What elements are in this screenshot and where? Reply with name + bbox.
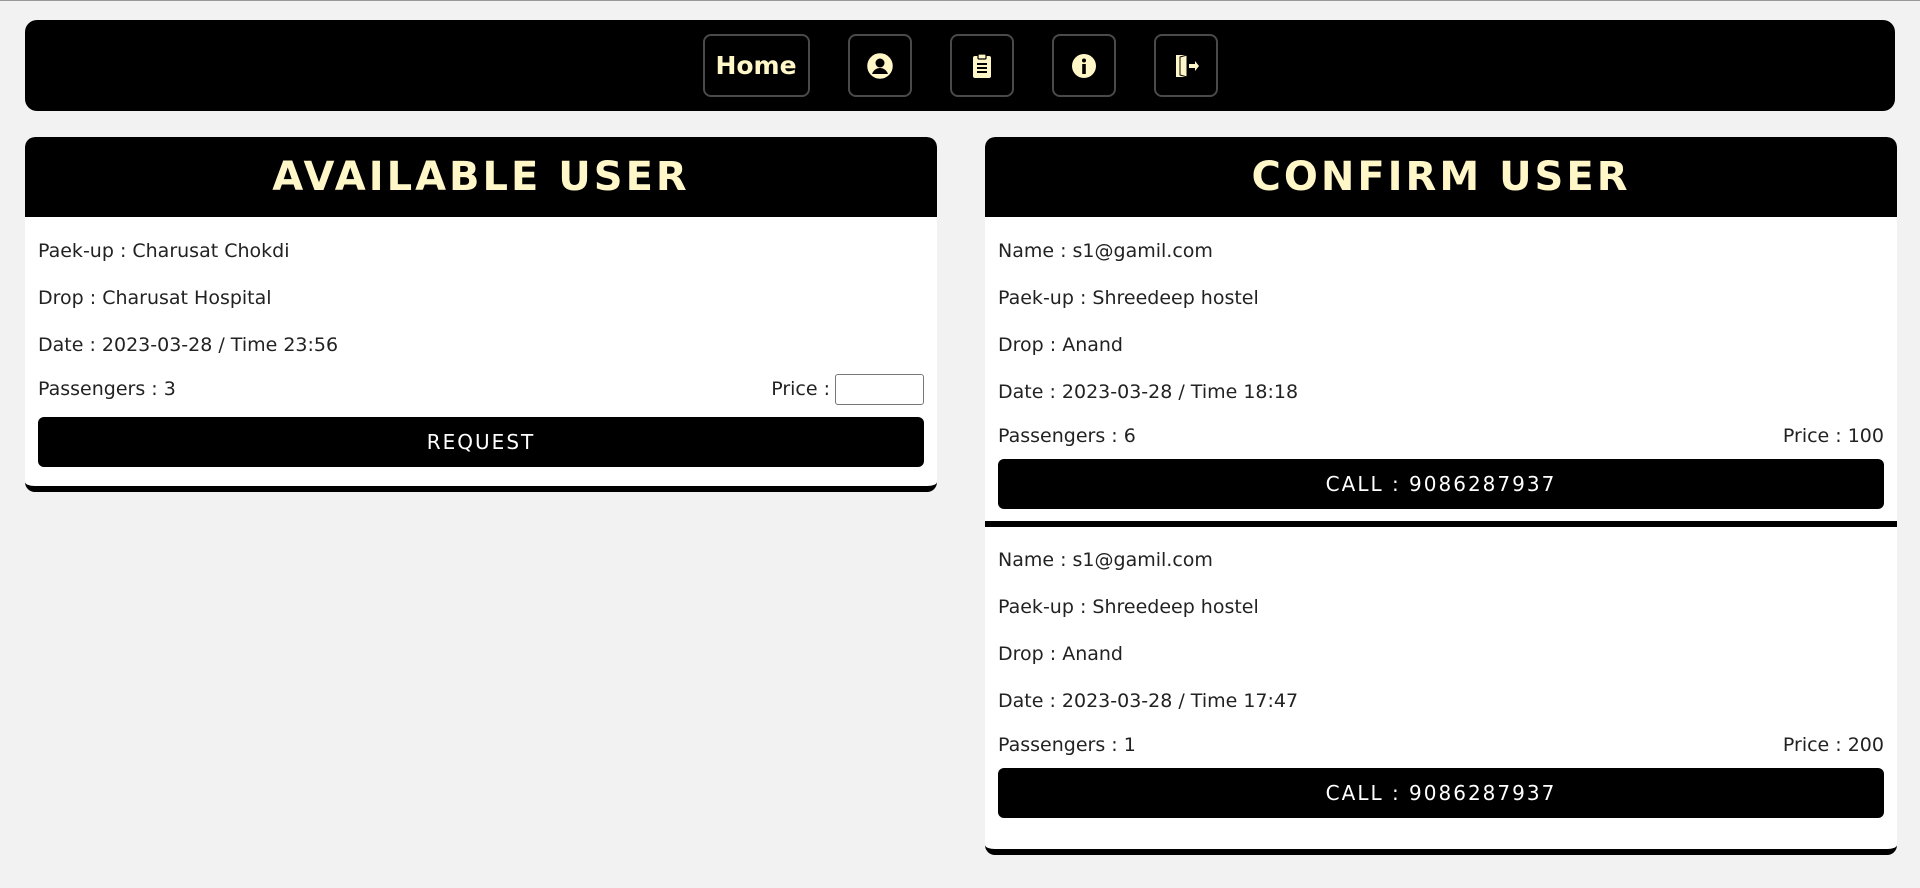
name-text: Name : s1@gamil.com xyxy=(998,239,1213,262)
logout-button[interactable] xyxy=(1153,34,1218,97)
available-user-title: AVAILABLE USER xyxy=(272,154,690,200)
datetime-text: Date : 2023-03-28 / Time 18:18 xyxy=(998,380,1299,403)
price-text: Price : 200 xyxy=(1782,734,1884,756)
available-user-header: AVAILABLE USER xyxy=(25,137,937,217)
pickup-text: Paek-up : Charusat Chokdi xyxy=(38,239,290,262)
datetime-text: Date : 2023-03-28 / Time 23:56 xyxy=(38,333,339,356)
passenger-price-row: Passengers : 1 Price : 200 xyxy=(998,724,1884,766)
call-button[interactable]: CALL : 9086287937 xyxy=(998,768,1884,818)
confirm-ride-card: Name : s1@gamil.com Paek-up : Shreedeep … xyxy=(985,527,1897,818)
top-navbar: Home xyxy=(25,20,1895,111)
price-text: Price : 100 xyxy=(1782,425,1884,447)
available-user-panel: AVAILABLE USER Paek-up : Charusat Chokdi… xyxy=(25,137,937,492)
datetime-text: Date : 2023-03-28 / Time 17:47 xyxy=(998,689,1299,712)
passengers-text: Passengers : 1 xyxy=(998,734,1136,756)
drop-text: Drop : Anand xyxy=(998,333,1123,356)
profile-button[interactable] xyxy=(847,34,912,97)
price-field-group: Price : xyxy=(771,373,924,405)
passenger-price-row: Passengers : 6 Price : 100 xyxy=(998,415,1884,457)
info-icon xyxy=(1070,52,1098,80)
request-button[interactable]: REQUEST xyxy=(38,417,924,467)
bookings-button[interactable] xyxy=(949,34,1014,97)
home-button[interactable]: Home xyxy=(702,34,810,97)
drop-text: Drop : Anand xyxy=(998,642,1123,665)
call-button[interactable]: CALL : 9086287937 xyxy=(998,459,1884,509)
user-circle-icon xyxy=(866,52,894,80)
price-input[interactable] xyxy=(835,373,924,405)
passengers-text: Passengers : 6 xyxy=(998,425,1136,447)
confirm-user-title: CONFIRM USER xyxy=(1251,154,1631,200)
confirm-ride-card: Name : s1@gamil.com Paek-up : Shreedeep … xyxy=(985,217,1897,509)
price-label: Price : xyxy=(771,378,830,400)
pickup-text: Paek-up : Shreedeep hostel xyxy=(998,595,1259,618)
name-text: Name : s1@gamil.com xyxy=(998,548,1213,571)
confirm-user-panel: CONFIRM USER Name : s1@gamil.com Paek-up… xyxy=(985,137,1897,855)
clipboard-icon xyxy=(968,52,996,80)
info-button[interactable] xyxy=(1051,34,1116,97)
pickup-text: Paek-up : Shreedeep hostel xyxy=(998,286,1259,309)
drop-text: Drop : Charusat Hospital xyxy=(38,286,272,309)
logout-icon xyxy=(1172,52,1200,80)
passenger-price-row: Passengers : 3 Price : xyxy=(38,368,924,410)
confirm-user-header: CONFIRM USER xyxy=(985,137,1897,217)
available-ride-card: Paek-up : Charusat Chokdi Drop : Charusa… xyxy=(25,217,937,467)
passengers-text: Passengers : 3 xyxy=(38,378,176,400)
